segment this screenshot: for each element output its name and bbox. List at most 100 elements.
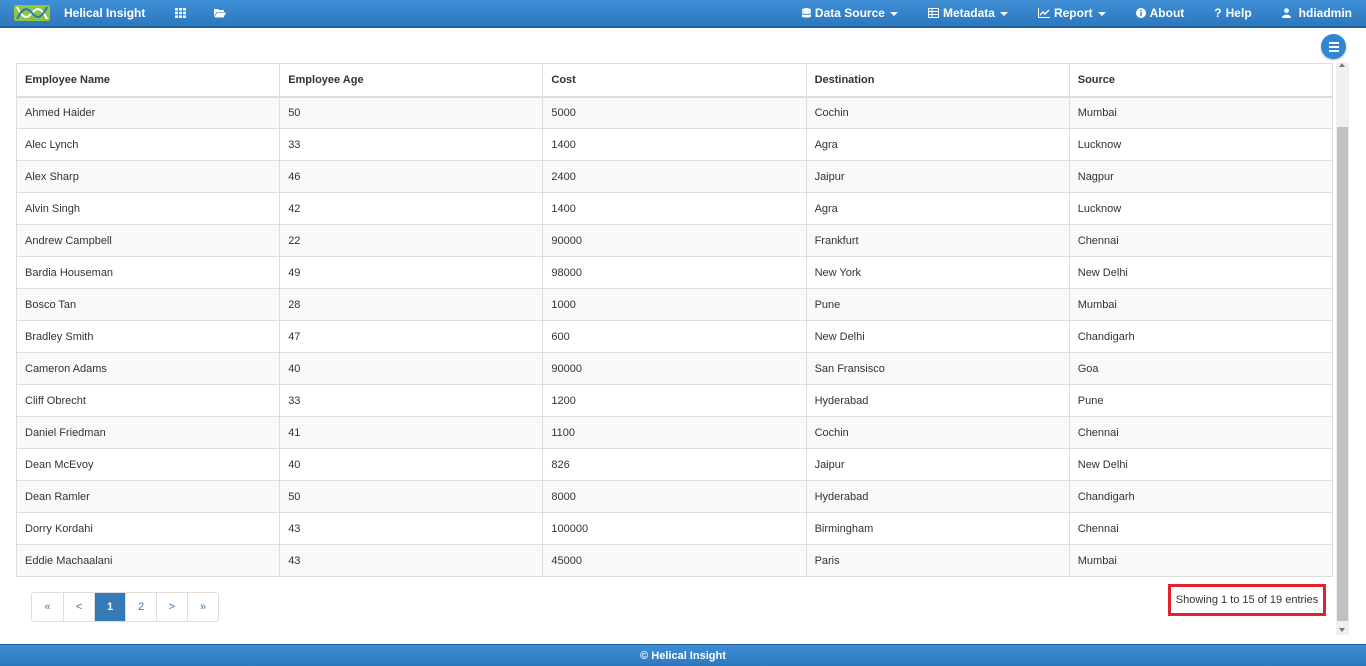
table-cell: Cochin	[805, 96, 1070, 129]
table-cell: Chandigarh	[1068, 320, 1334, 353]
table-cell: Dean McEvoy	[15, 448, 281, 481]
table-row: Ahmed Haider 50 5000 Cochin Mumbai	[15, 96, 1334, 129]
scroll-up-icon[interactable]	[1339, 63, 1345, 67]
entries-info: Showing 1 to 15 of 19 entries	[1168, 584, 1326, 616]
page-2-button[interactable]: 2	[125, 593, 156, 621]
column-header[interactable]: Employee Name	[15, 63, 281, 98]
table-row: Dean Ramler 50 8000 Hyderabad Chandigarh	[15, 480, 1334, 513]
nav-metadata-label: Metadata	[942, 6, 995, 20]
table-cell: New Delhi	[1068, 448, 1334, 481]
last-page-button[interactable]: »	[187, 593, 218, 621]
chevron-down-icon	[999, 11, 1008, 16]
scrollbar-thumb[interactable]	[1337, 127, 1348, 621]
nav-report[interactable]: Report	[1037, 6, 1106, 20]
table-cell: Jaipur	[805, 160, 1070, 193]
nav-report-label: Report	[1053, 6, 1093, 20]
table-cell: 50	[279, 480, 544, 513]
column-header[interactable]: Cost	[542, 63, 807, 98]
table-icon	[927, 8, 939, 18]
nav-metadata[interactable]: Metadata	[927, 6, 1008, 20]
table-cell: Daniel Friedman	[15, 416, 281, 449]
table-cell: Alec Lynch	[15, 128, 281, 161]
top-navbar: Helical Insight Data Source Metadata Rep…	[0, 0, 1366, 28]
table-header-row: Employee Name Employee Age Cost Destinat…	[15, 63, 1334, 98]
table-cell: Lucknow	[1068, 192, 1334, 225]
table-cell: Bardia Houseman	[15, 256, 281, 289]
table-cell: 1400	[542, 128, 807, 161]
table-cell: 40	[279, 448, 544, 481]
table-cell: Dorry Kordahi	[15, 512, 281, 545]
table-cell: 40	[279, 352, 544, 385]
nav-about[interactable]: About	[1135, 6, 1185, 20]
table-cell: Eddie Machaalani	[15, 544, 281, 577]
table-cell: San Fransisco	[805, 352, 1070, 385]
table-cell: 600	[542, 320, 807, 353]
pagination: «<1 2 >»	[31, 592, 219, 622]
table-cell: Cliff Obrecht	[15, 384, 281, 417]
table-cell: 45000	[542, 544, 807, 577]
table-cell: 46	[279, 160, 544, 193]
table-cell: Pune	[1068, 384, 1334, 417]
table-cell: 5000	[542, 96, 807, 129]
table-cell: Dean Ramler	[15, 480, 281, 513]
nav-data-source[interactable]: Data Source	[801, 6, 898, 20]
nav-user[interactable]: hdiadmin	[1281, 6, 1352, 20]
table-cell: 47	[279, 320, 544, 353]
column-header[interactable]: Destination	[805, 63, 1070, 98]
report-table: Employee Name Employee Age Cost Destinat…	[15, 63, 1334, 577]
first-page-button[interactable]: «	[32, 593, 63, 621]
table-cell: Cameron Adams	[15, 352, 281, 385]
table-cell: Birmingham	[805, 512, 1070, 545]
table-cell: Mumbai	[1068, 544, 1334, 577]
scroll-down-icon[interactable]	[1339, 628, 1345, 632]
folder-open-icon[interactable]	[214, 8, 227, 18]
table-cell: Andrew Campbell	[15, 224, 281, 257]
table-cell: 100000	[542, 512, 807, 545]
page-1-button[interactable]: 1	[94, 593, 125, 621]
table-cell: Frankfurt	[805, 224, 1070, 257]
table-cell: 90000	[542, 224, 807, 257]
table-row: Andrew Campbell 22 90000 Frankfurt Chennai	[15, 224, 1334, 257]
column-header[interactable]: Source	[1068, 63, 1334, 98]
database-icon	[801, 7, 811, 19]
table-cell: Chennai	[1068, 416, 1334, 449]
table-cell: 1400	[542, 192, 807, 225]
line-chart-icon	[1037, 8, 1050, 18]
table-cell: Mumbai	[1068, 96, 1334, 129]
chevron-down-icon	[889, 11, 898, 16]
table-row: Dean McEvoy 40 826 Jaipur New Delhi	[15, 448, 1334, 481]
table-cell: Paris	[805, 544, 1070, 577]
nav-about-label: About	[1149, 6, 1185, 20]
table-cell: Hyderabad	[805, 480, 1070, 513]
prev-page-button[interactable]: <	[63, 593, 94, 621]
table-cell: Agra	[805, 192, 1070, 225]
table-row: Bosco Tan 28 1000 Pune Mumbai	[15, 288, 1334, 321]
table-cell: 33	[279, 128, 544, 161]
table-cell: 1200	[542, 384, 807, 417]
nav-help[interactable]: ? Help	[1214, 6, 1251, 20]
table-cell: 41	[279, 416, 544, 449]
helical-logo-icon	[14, 5, 50, 21]
table-row: Daniel Friedman 41 1100 Cochin Chennai	[15, 416, 1334, 449]
column-header[interactable]: Employee Age	[279, 63, 544, 98]
table-cell: Pune	[805, 288, 1070, 321]
next-page-button[interactable]: >	[156, 593, 187, 621]
table-cell: 33	[279, 384, 544, 417]
table-cell: New Delhi	[1068, 256, 1334, 289]
table-cell: Mumbai	[1068, 288, 1334, 321]
table-cell: 826	[542, 448, 807, 481]
table-cell: Bosco Tan	[15, 288, 281, 321]
vertical-scrollbar[interactable]	[1336, 63, 1349, 635]
brand[interactable]: Helical Insight	[0, 0, 145, 27]
table-cell: Alvin Singh	[15, 192, 281, 225]
table-cell: 2400	[542, 160, 807, 193]
grid-icon[interactable]	[175, 8, 187, 18]
table-cell: 43	[279, 544, 544, 577]
hamburger-menu-icon[interactable]	[1321, 34, 1346, 59]
table-cell: Chennai	[1068, 512, 1334, 545]
table-cell: 8000	[542, 480, 807, 513]
table-cell: Alex Sharp	[15, 160, 281, 193]
question-icon: ?	[1214, 6, 1222, 20]
table-cell: New Delhi	[805, 320, 1070, 353]
table-cell: Jaipur	[805, 448, 1070, 481]
